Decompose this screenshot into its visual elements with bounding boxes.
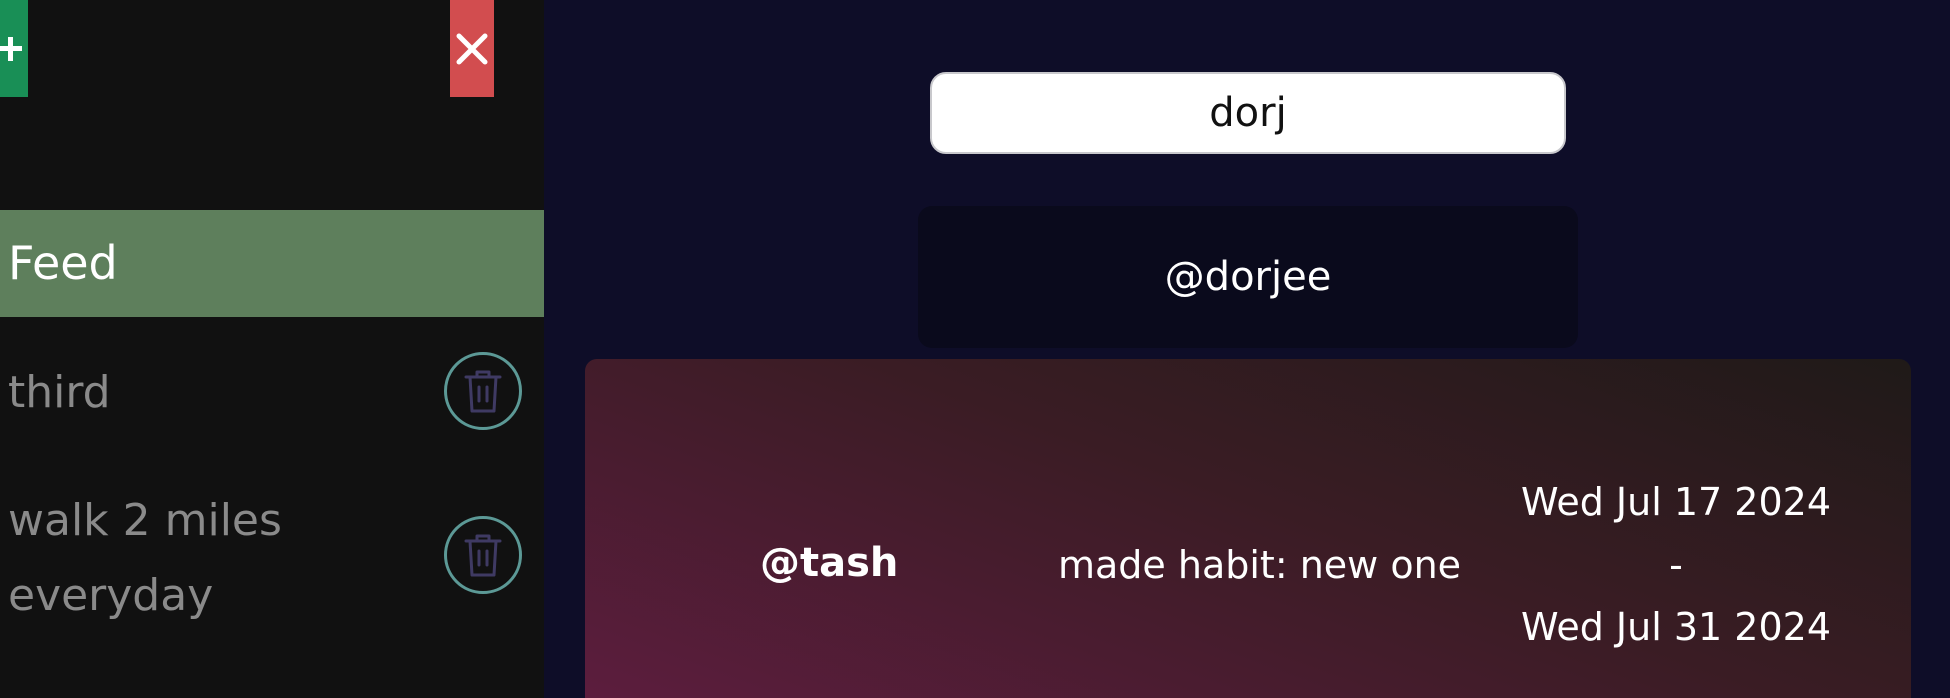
trash-icon xyxy=(464,370,502,413)
delete-habit-button[interactable] xyxy=(444,352,522,430)
habit-label-line-1: walk 2 miles xyxy=(8,495,282,546)
sidebar-item-feed[interactable]: Feed xyxy=(0,210,544,317)
feed-action-text: made habit: new one xyxy=(1058,543,1462,587)
close-icon xyxy=(456,33,488,64)
feed-start-date: Wed Jul 17 2024 xyxy=(1521,480,1831,524)
feed-end-date: Wed Jul 31 2024 xyxy=(1521,605,1831,649)
habit-label: third xyxy=(8,367,111,418)
add-habit-button[interactable] xyxy=(0,0,28,97)
trash-icon xyxy=(464,534,502,577)
close-sidebar-button[interactable] xyxy=(450,0,494,97)
search-result-item[interactable]: @dorjee xyxy=(918,206,1578,348)
sidebar-item-label: Feed xyxy=(8,236,118,290)
delete-habit-button[interactable] xyxy=(444,516,522,594)
user-search-input[interactable] xyxy=(930,72,1566,154)
app-root: Feed third walk 2 miles everyday dorj @d… xyxy=(0,0,1950,698)
sidebar: Feed third walk 2 miles everyday xyxy=(0,0,544,698)
habit-label-line-2: everyday xyxy=(8,570,214,621)
feed-username[interactable]: @tash xyxy=(760,540,898,586)
search-result-username: @dorjee xyxy=(1164,254,1332,300)
plus-icon xyxy=(0,36,22,61)
feed-date-separator: - xyxy=(1669,543,1683,587)
